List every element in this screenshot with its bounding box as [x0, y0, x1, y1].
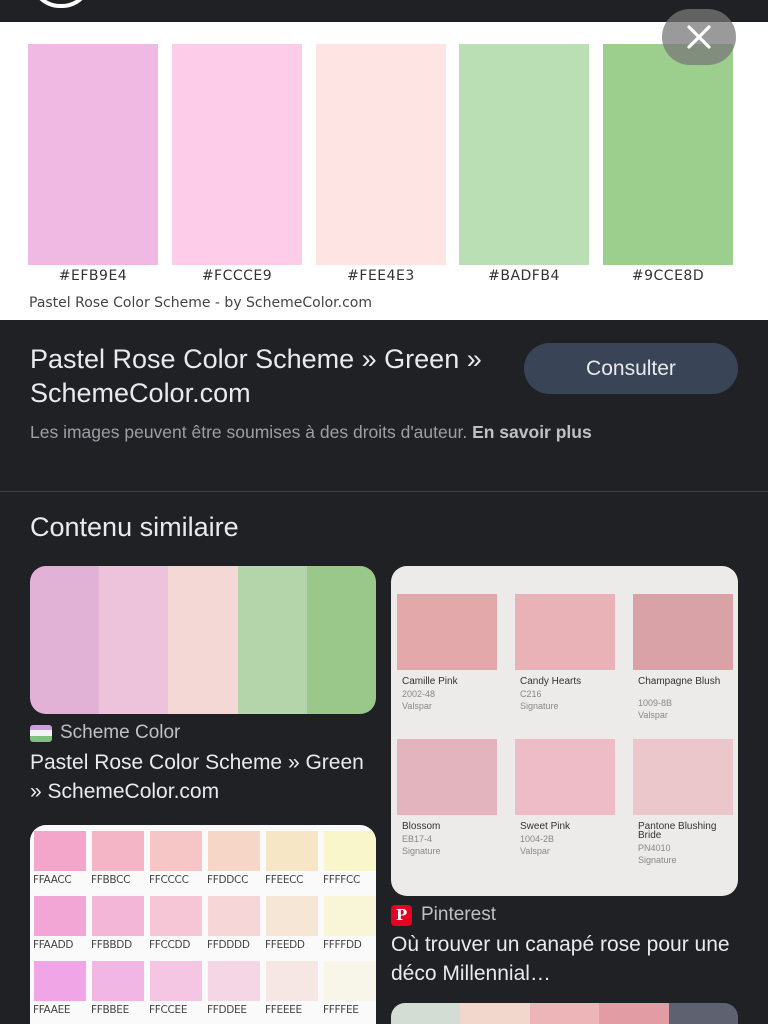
palette-band [529, 1003, 600, 1024]
source-scheme-color[interactable]: Scheme Color [30, 722, 180, 744]
paint-chip [633, 594, 733, 670]
palette-band [460, 1003, 530, 1024]
similar-image-pinterest[interactable]: Camille Pink 2002-48 Valspar Candy Hearts C2… [391, 566, 738, 896]
hex-swatch-label: FFAACC [33, 874, 72, 886]
hex-swatch-label: FFCCEE [149, 1004, 188, 1016]
hex-swatch [266, 831, 318, 871]
close-icon [687, 25, 711, 49]
hex-swatch [150, 961, 202, 1001]
hex-swatch [324, 961, 376, 1001]
color-swatch [28, 44, 158, 265]
paint-name: Camille Pink [402, 676, 458, 687]
palette-band [391, 1003, 461, 1024]
palette-band [668, 1003, 738, 1024]
copyright-notice: Les images peuvent être soumises à des d… [30, 421, 730, 444]
paint-chip [397, 739, 497, 815]
hex-swatch-label: FFFFEE [323, 1004, 359, 1016]
similar-image-palette[interactable] [391, 1003, 738, 1024]
close-button[interactable] [662, 9, 736, 65]
divider [0, 491, 768, 492]
hex-swatch-label: FFFFDD [323, 939, 362, 951]
hex-swatch [208, 896, 260, 936]
paint-code: 1004-2B Valspar [520, 834, 555, 856]
result-title[interactable]: Pastel Rose Color Scheme » Green » Schem… [30, 342, 500, 410]
paint-name: Champagne Blush [638, 676, 721, 687]
hex-swatch [208, 961, 260, 1001]
hex-swatch-label: FFDDEE [207, 1004, 247, 1016]
palette-band [237, 566, 307, 714]
color-swatch [459, 44, 589, 265]
scheme-color-favicon-icon [30, 724, 52, 742]
paint-code: 2002-48 Valspar [402, 689, 436, 711]
hex-swatch [34, 831, 86, 871]
hex-swatch [34, 961, 86, 1001]
account-avatar[interactable] [30, 0, 92, 8]
palette-band [99, 566, 169, 714]
palette-band [168, 566, 238, 714]
hex-swatch [208, 831, 260, 871]
color-swatch [316, 44, 446, 265]
swatch-hex-label: #FEE4E3 [347, 268, 415, 284]
hex-swatch [266, 896, 318, 936]
hex-swatch [266, 961, 318, 1001]
hex-swatch-label: FFFFCC [323, 874, 361, 886]
hex-swatch-label: FFDDCC [207, 874, 249, 886]
hex-swatch [150, 831, 202, 871]
hex-swatch-label: FFEEEE [265, 1004, 302, 1016]
hex-swatch [92, 961, 144, 1001]
hex-swatch [324, 896, 376, 936]
paint-chip [397, 594, 497, 670]
hex-swatch-label: FFBBEE [91, 1004, 129, 1016]
paint-code: 1009-8B Valspar [638, 698, 673, 720]
image-preview[interactable]: #EFB9E4 #FCCCE9 #FEE4E3 #BADFB4 #9CCE8D Past… [0, 22, 768, 320]
palette-band [30, 566, 100, 714]
hex-swatch-label: FFAADD [33, 939, 74, 951]
paint-name: Pantone Blushing Bride [638, 821, 717, 841]
palette-band [306, 566, 376, 714]
hex-swatch-label: FFDDDD [207, 939, 250, 951]
paint-chip [633, 739, 733, 815]
hex-swatch [150, 896, 202, 936]
similar-image-scheme[interactable] [30, 566, 376, 714]
paint-chip [515, 739, 615, 815]
similar-caption[interactable]: Pastel Rose Color Scheme » Green » Schem… [30, 748, 376, 806]
hex-swatch-label: FFCCDD [149, 939, 191, 951]
hex-swatch [92, 831, 144, 871]
similar-heading: Contenu similaire [30, 512, 239, 542]
paint-name: Candy Hearts [520, 676, 582, 687]
color-swatch [603, 44, 733, 265]
paint-code: PN4010 Signature [638, 843, 677, 865]
hex-swatch-label: FFAAEE [33, 1004, 71, 1016]
paint-name: Sweet Pink [520, 821, 571, 832]
similar-caption[interactable]: Où trouver un canapé rose pour une déco … [391, 930, 738, 988]
pinterest-icon: P [391, 904, 412, 926]
top-bar [0, 0, 768, 22]
palette-band [599, 1003, 669, 1024]
color-swatch [172, 44, 302, 265]
learn-more-link[interactable]: En savoir plus [472, 422, 592, 442]
swatch-hex-label: #9CCE8D [631, 268, 705, 284]
hex-swatch-label: FFBBCC [91, 874, 131, 886]
hex-swatch-label: FFCCCC [149, 874, 189, 886]
hex-swatch-label: FFBBDD [91, 939, 132, 951]
swatch-hex-label: #FCCCE9 [201, 268, 273, 284]
preview-credit: Pastel Rose Color Scheme - by SchemeColo… [29, 295, 372, 311]
similar-image-hex-grid[interactable]: FFAACC FFBBCC FFCCCC FFDDCC FFEECC FFFFCC FFAA… [30, 825, 376, 1024]
copyright-text: Les images peuvent être soumises à des d… [30, 422, 468, 442]
hex-swatch [92, 896, 144, 936]
paint-code: C216 Signature [520, 689, 559, 711]
visit-button[interactable]: Consulter [524, 343, 738, 394]
paint-code: EB17-4 Signature [402, 834, 441, 856]
source-label: Scheme Color [60, 722, 181, 743]
source-pinterest[interactable]: P Pinterest [391, 904, 496, 926]
swatch-hex-label: #EFB9E4 [58, 268, 128, 284]
swatch-hex-label: #BADFB4 [488, 268, 560, 284]
paint-name: Blossom [402, 821, 441, 832]
paint-chip [515, 594, 615, 670]
source-label: Pinterest [421, 904, 496, 925]
hex-swatch [324, 831, 376, 871]
hex-swatch [34, 896, 86, 936]
hex-swatch-label: FFEECC [265, 874, 304, 886]
hex-swatch-label: FFEEDD [265, 939, 305, 951]
